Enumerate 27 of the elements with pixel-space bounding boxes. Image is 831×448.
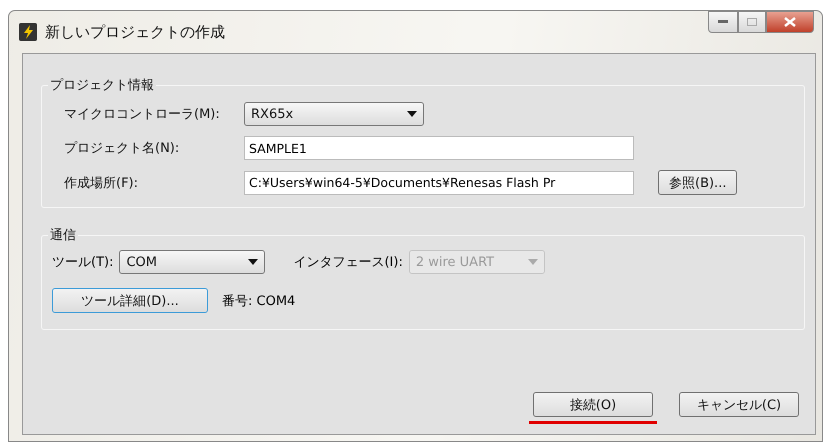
close-button[interactable] [766, 11, 814, 33]
group-title: プロジェクト情報 [49, 77, 155, 94]
dropdown-caret-icon [407, 111, 417, 117]
dialog-button[interactable]: 接続(O) [533, 392, 653, 417]
input-field[interactable]: C:¥Users¥win64-5¥Documents¥Renesas Flash Pr [244, 170, 634, 194]
minimize-button[interactable] [708, 11, 738, 33]
close-icon [784, 17, 796, 27]
field-label: マイクロコントローラ(M): [64, 106, 221, 123]
input-field[interactable]: SAMPLE1 [244, 136, 634, 160]
field-label: プロジェクト名(N): [64, 140, 180, 157]
maximize-button[interactable] [738, 11, 766, 33]
field-label: インタフェース(I): [293, 254, 403, 271]
dropdown-caret-icon [528, 259, 538, 265]
tool-details-button[interactable]: ツール詳細(D)... [52, 288, 208, 313]
lightning-icon [19, 23, 37, 41]
dropdown-caret-icon [248, 259, 258, 265]
minimize-icon [718, 20, 728, 24]
window-title: 新しいプロジェクトの作成 [45, 22, 226, 42]
maximize-icon [747, 18, 757, 26]
group-title: 通信 [49, 227, 77, 244]
port-number: 番号: COM4 [222, 292, 296, 310]
browse-button[interactable]: 参照(B)... [658, 170, 738, 195]
dialog-button[interactable]: キャンセル(C) [679, 392, 799, 417]
field-label: 作成場所(F): [64, 174, 140, 192]
field-label: ツール(T): [52, 254, 114, 271]
dropdown[interactable]: COM [119, 250, 266, 274]
dropdown[interactable]: RX65x [244, 102, 424, 126]
